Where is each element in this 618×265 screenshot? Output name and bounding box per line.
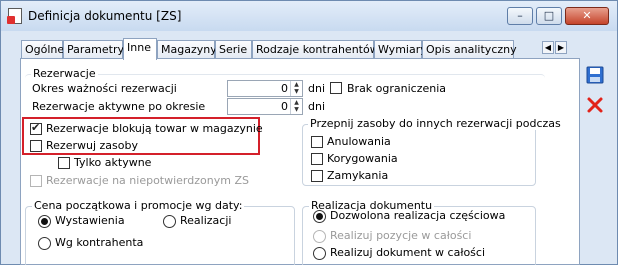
no-limit-checkbox[interactable]: [330, 82, 342, 94]
no-limit-label: Brak ograniczenia: [347, 82, 447, 95]
active-after-unit: dni: [308, 100, 326, 113]
realization-partial-radio[interactable]: [313, 210, 326, 223]
active-after-value: 0: [281, 100, 288, 113]
realization-document-label: Realizuj dokument w całości: [330, 246, 486, 259]
reattach-cancel-checkbox[interactable]: [311, 136, 323, 148]
tab-scroll-right-icon[interactable]: ▶: [555, 41, 567, 54]
stepper-arrows-icon[interactable]: ▲ ▼: [290, 99, 302, 114]
tab-ogolne[interactable]: Ogólne: [21, 40, 64, 59]
realization-positions-radio: [313, 230, 326, 243]
reattach-cancel-label: Anulowania: [327, 135, 391, 148]
tab-parametry[interactable]: Parametry: [63, 40, 124, 59]
block-goods-label: Rezerwacje blokują towar w magazynie: [46, 122, 263, 135]
reserve-resources-checkbox[interactable]: [30, 140, 42, 152]
price-issue-label: Wystawienia: [55, 214, 125, 227]
tab-serie[interactable]: Serie: [215, 40, 252, 59]
reservation-group-title: Rezerwacje: [31, 67, 98, 80]
tab-inne[interactable]: Inne: [123, 38, 157, 60]
maximize-button[interactable]: □: [536, 7, 562, 25]
tab-magazyny[interactable]: Magazyny: [157, 40, 217, 59]
tab-rodzaje-kontrahentow[interactable]: Rodzaje kontrahentów: [252, 40, 379, 59]
title-bar: Definicja dokumentu [ZS] – □ ✕: [1, 1, 617, 31]
reattach-close-checkbox[interactable]: [311, 170, 323, 182]
minimize-button[interactable]: –: [507, 7, 533, 25]
unconfirmed-checkbox: [30, 175, 42, 187]
window-title: Definicja dokumentu [ZS]: [28, 9, 182, 23]
reattach-close-label: Zamykania: [327, 169, 389, 182]
block-goods-checkbox[interactable]: [30, 121, 42, 135]
reattach-correct-label: Korygowania: [327, 152, 398, 165]
only-active-checkbox[interactable]: [58, 157, 70, 169]
tab-wymiary[interactable]: Wymiary: [374, 40, 427, 59]
cancel-button[interactable]: [585, 95, 605, 115]
validity-period-value: 0: [281, 82, 288, 95]
realization-document-radio[interactable]: [313, 247, 326, 260]
active-after-label: Rezerwacje aktywne po okresie: [32, 100, 206, 113]
reattach-correct-checkbox[interactable]: [311, 153, 323, 165]
realization-positions-label: Realizuj pozycje w całości: [330, 229, 472, 242]
reserve-resources-label: Rezerwuj zasoby: [46, 139, 138, 152]
active-after-stepper[interactable]: 0 ▲ ▼: [227, 98, 303, 115]
price-issue-radio[interactable]: [38, 215, 51, 228]
cancel-icon: [587, 97, 603, 113]
save-icon: [586, 66, 604, 84]
validity-period-unit: dni: [308, 82, 326, 95]
stepper-arrows-icon[interactable]: ▲ ▼: [290, 81, 302, 96]
validity-period-stepper[interactable]: 0 ▲ ▼: [227, 80, 303, 97]
price-realization-radio[interactable]: [163, 215, 176, 228]
price-date-group-title: Cena początkowa i promocje wg daty:: [32, 199, 245, 212]
price-realization-label: Realizacji: [180, 214, 232, 227]
price-contractor-radio[interactable]: [38, 237, 51, 250]
realization-partial-label: Dozwolona realizacja częściowa: [330, 209, 506, 222]
validity-period-label: Okres ważności rezerwacji: [32, 82, 177, 95]
price-contractor-label: Wg kontrahenta: [55, 236, 144, 249]
close-button[interactable]: ✕: [565, 7, 609, 25]
only-active-label: Tylko aktywne: [74, 156, 152, 169]
reattach-group-title: Przepnij zasoby do innych rezerwacji pod…: [308, 117, 563, 130]
unconfirmed-label: Rezerwacje na niepotwierdzonym ZS: [46, 174, 249, 187]
save-button[interactable]: [585, 65, 605, 85]
tab-scroll-left-icon[interactable]: ◀: [542, 41, 554, 54]
document-app-icon: [7, 8, 22, 24]
tab-opis-analityczny[interactable]: Opis analityczny: [422, 40, 517, 59]
